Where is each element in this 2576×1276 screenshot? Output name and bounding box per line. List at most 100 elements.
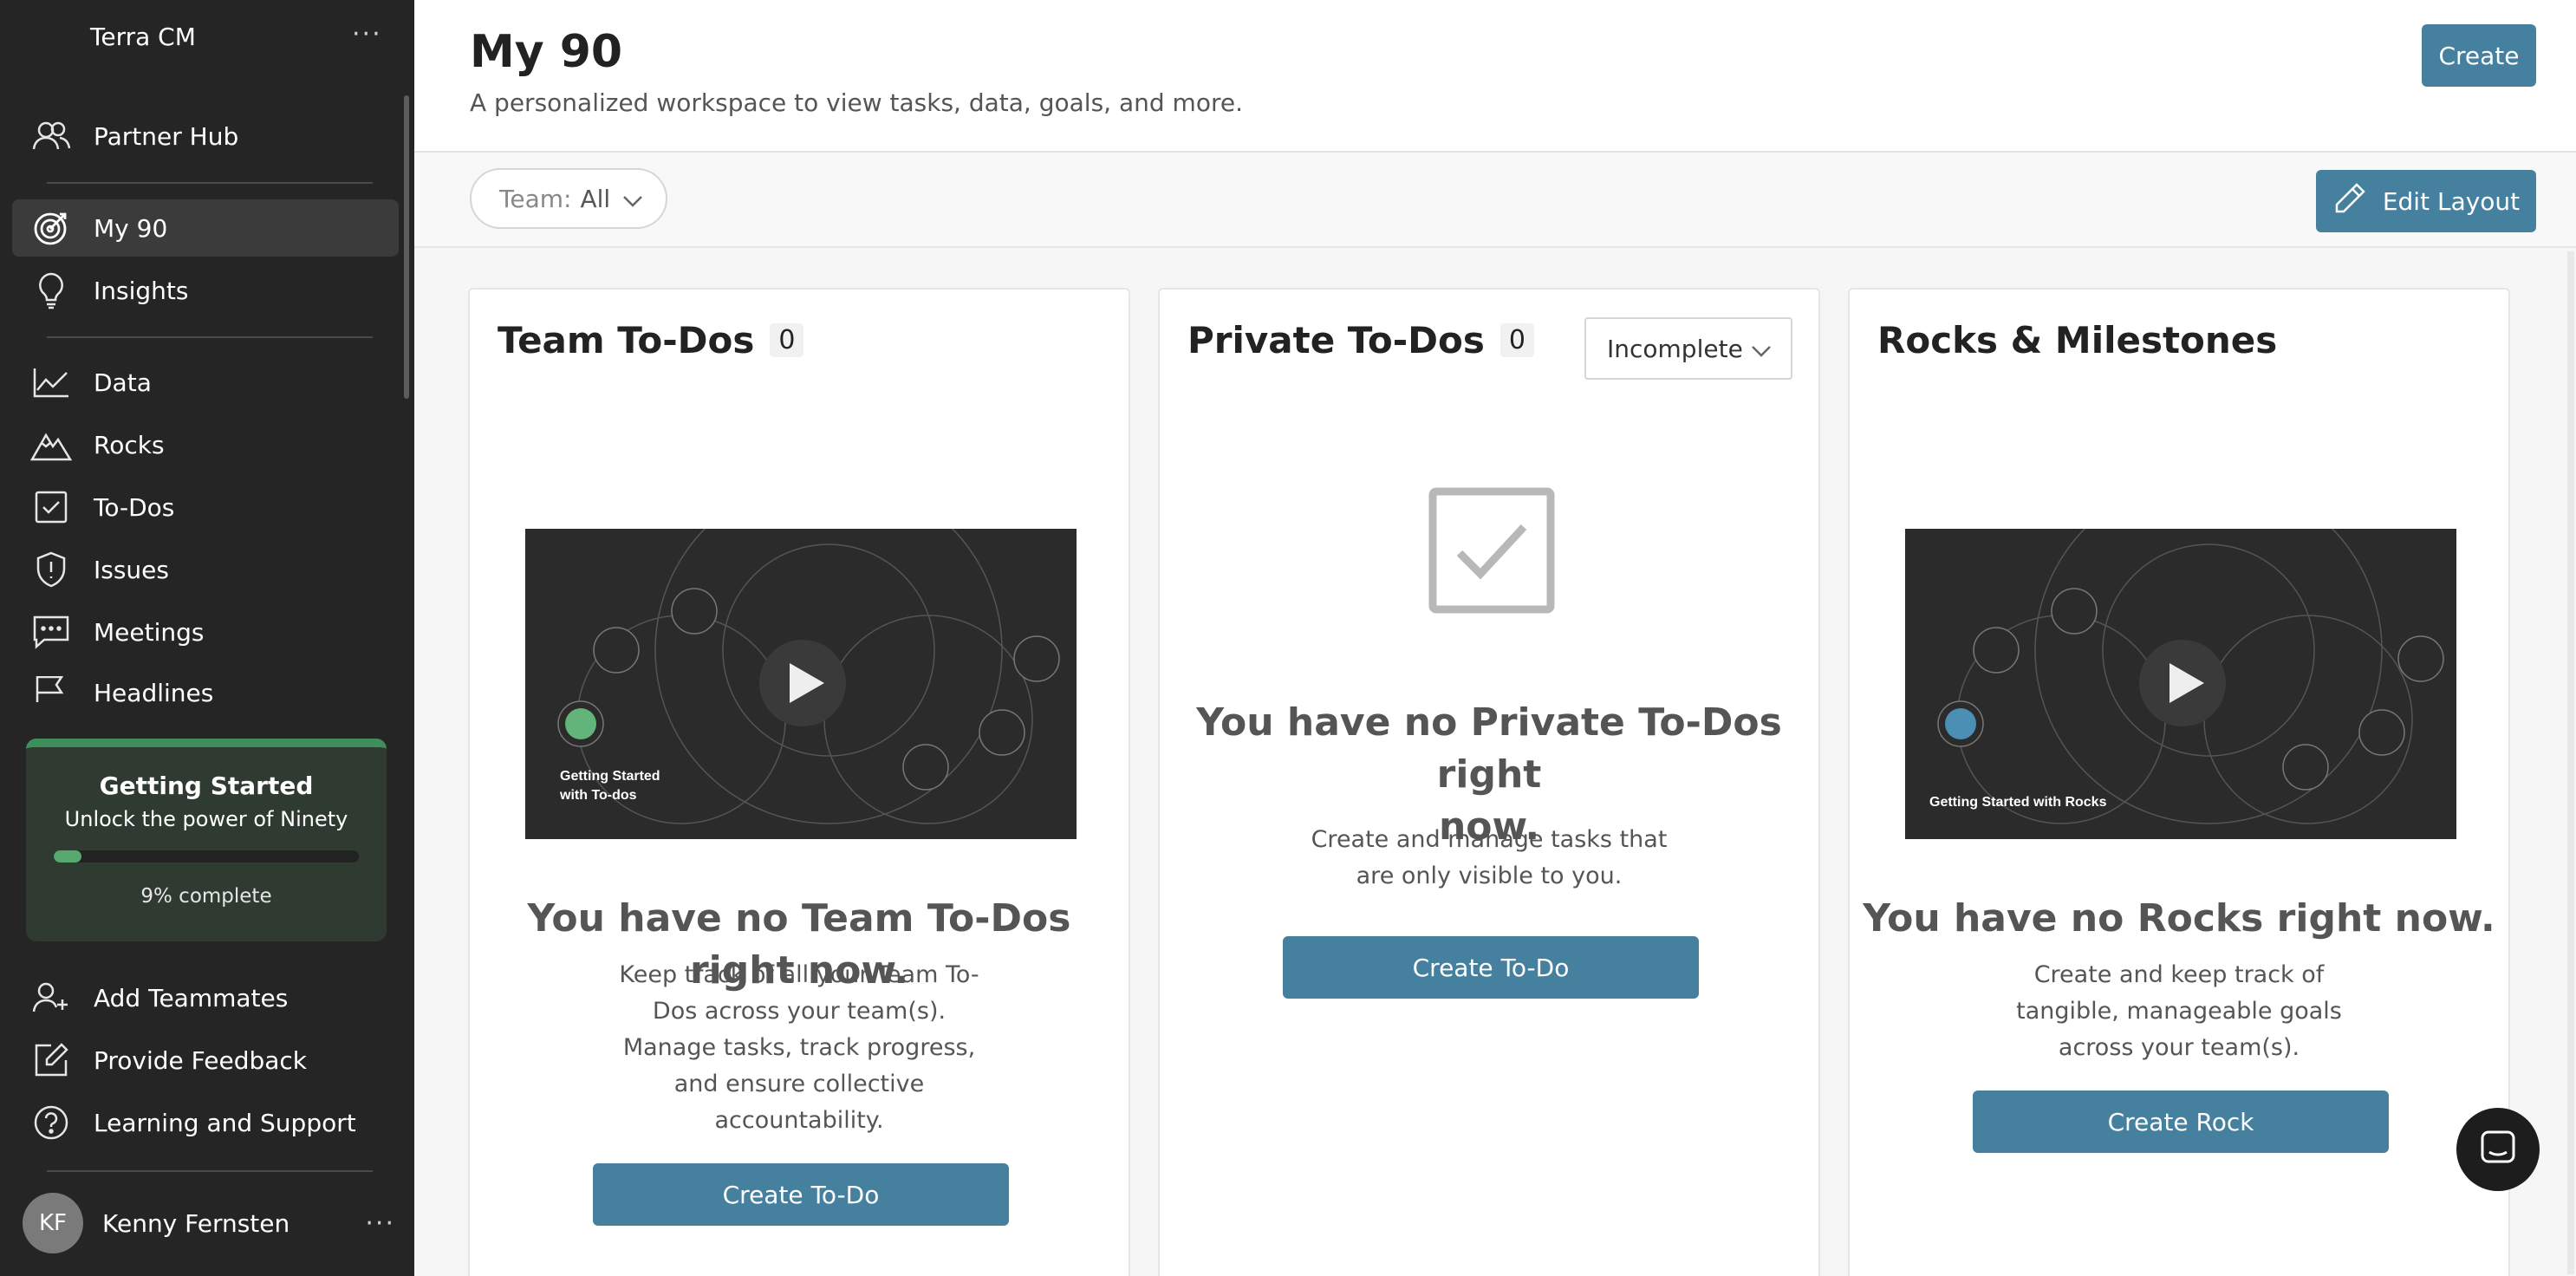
create-todo-button[interactable]: Create To-Do (1283, 936, 1699, 999)
empty-title-line: You have no Private To-Dos right (1196, 700, 1782, 797)
count-badge: 0 (1499, 323, 1534, 357)
workspace-more-button[interactable]: ··· (352, 19, 382, 49)
team-filter-dropdown[interactable]: Team: All (470, 168, 667, 229)
sidebar-item-label: Add Teammates (94, 983, 289, 1012)
count-badge: 0 (770, 323, 804, 357)
empty-state-title: You have no Rocks right now. (1863, 896, 2495, 941)
sidebar-item-meetings[interactable]: Meetings (12, 603, 399, 661)
avatar[interactable]: KF (23, 1193, 83, 1253)
shield-alert-icon (29, 548, 73, 591)
card-title: Team To-Dos 0 (498, 319, 804, 361)
create-todo-button[interactable]: Create To-Do (593, 1163, 1009, 1226)
getting-started-subtitle: Unlock the power of Ninety (64, 807, 348, 831)
team-todos-card: Team To-Dos 0 Getting Started with To-do… (468, 288, 1130, 1276)
sidebar-item-label: My 90 (94, 213, 168, 243)
mountain-icon (29, 423, 73, 466)
sidebar-item-label: Provide Feedback (94, 1045, 308, 1075)
empty-state-text: Create and manage tasks that are only vi… (1160, 822, 1818, 895)
video-art: Getting Started with To-dos (525, 529, 1077, 839)
chat-icon (29, 610, 73, 654)
empty-state-text: Create and keep track of tangible, manag… (1850, 957, 2508, 1066)
sidebar-item-learning-support[interactable]: Learning and Support (12, 1094, 399, 1151)
status-filter-dropdown[interactable]: Incomplete (1584, 317, 1792, 380)
private-todos-title: Private To-Dos (1187, 319, 1485, 361)
empty-line: accountability. (714, 1107, 884, 1134)
empty-line: Manage tasks, track progress, (622, 1034, 976, 1061)
edit-layout-button[interactable]: Edit Layout (2316, 170, 2536, 232)
video-thumbnail[interactable]: Getting Started with To-dos (525, 529, 1077, 839)
sidebar-item-data[interactable]: Data (12, 354, 399, 411)
partner-hub-icon (29, 114, 73, 158)
team-filter-value: All (580, 184, 611, 213)
workspace-name[interactable]: Terra CM (90, 23, 196, 51)
getting-started-percent: 9% complete (140, 885, 272, 908)
chevron-down-icon (1751, 335, 1772, 363)
sidebar-item-label: To-Dos (94, 492, 175, 522)
sidebar-item-label: Issues (94, 555, 169, 584)
user-menu[interactable]: KF Kenny Fernsten ··· (23, 1193, 395, 1253)
private-todos-card: Private To-Dos 0 Incomplete You have no … (1158, 288, 1820, 1276)
svg-text:Getting Started: Getting Started (560, 769, 660, 784)
page-title: My 90 (470, 26, 623, 78)
sidebar-item-todos[interactable]: To-Dos (12, 478, 399, 536)
sidebar-item-headlines[interactable]: Headlines (12, 676, 399, 702)
sidebar-item-partner-hub[interactable]: Partner Hub (12, 107, 399, 165)
getting-started-card[interactable]: Getting Started Unlock the power of Nine… (26, 739, 387, 941)
edit-square-icon (29, 1038, 73, 1082)
sidebar-item-label: Meetings (94, 617, 205, 647)
create-button[interactable]: Create (2422, 24, 2536, 87)
page-subtitle: A personalized workspace to view tasks, … (470, 88, 1243, 117)
toolbar: Team: All Edit Layout (414, 153, 2576, 248)
empty-line: Keep track of all your Team To- (619, 961, 979, 988)
empty-line: Create and manage tasks that (1311, 826, 1668, 853)
sidebar-item-label: Partner Hub (94, 121, 239, 151)
svg-text:with To-dos: with To-dos (559, 788, 637, 803)
user-more-button[interactable]: ··· (365, 1208, 395, 1239)
progress-fill (54, 850, 81, 863)
empty-state-text: Keep track of all your Team To- Dos acro… (470, 957, 1129, 1139)
sidebar-item-my-90[interactable]: My 90 (12, 199, 399, 257)
team-filter-label: Team: (499, 184, 572, 213)
empty-line: Dos across your team(s). (652, 998, 946, 1025)
divider (47, 182, 373, 184)
edit-layout-label: Edit Layout (2382, 186, 2521, 216)
checkbox-icon (29, 485, 73, 529)
help-circle-icon (29, 1101, 73, 1144)
sidebar-item-label: Learning and Support (94, 1108, 356, 1137)
sidebar-item-add-teammates[interactable]: Add Teammates (12, 969, 399, 1026)
checkbox-icon (1428, 487, 1555, 617)
status-filter-value: Incomplete (1607, 334, 1743, 363)
create-rock-button[interactable]: Create Rock (1973, 1090, 2389, 1153)
chat-launcher-button[interactable] (2456, 1108, 2540, 1191)
rocks-title: Rocks & Milestones (1877, 319, 2278, 361)
team-todos-title: Team To-Dos (498, 319, 755, 361)
sidebar-item-insights[interactable]: Insights (12, 262, 399, 319)
nav-overflow-clip: Headlines (0, 676, 414, 702)
pencil-icon (2332, 181, 2367, 222)
page-header: My 90 A personalized workspace to view t… (414, 0, 2576, 153)
svg-text:Getting Started with Rocks: Getting Started with Rocks (1929, 795, 2107, 810)
divider (47, 1170, 373, 1172)
empty-line: across your team(s). (2058, 1034, 2300, 1061)
sidebar-scrollbar[interactable] (404, 95, 409, 399)
video-thumbnail[interactable]: Getting Started with Rocks (1905, 529, 2456, 839)
empty-line: Create and keep track of (2033, 961, 2325, 988)
sidebar-item-issues[interactable]: Issues (12, 541, 399, 598)
add-user-icon (29, 976, 73, 1019)
lightbulb-icon (29, 269, 73, 312)
getting-started-title: Getting Started (99, 771, 314, 800)
line-chart-icon (29, 361, 73, 404)
sidebar-item-provide-feedback[interactable]: Provide Feedback (12, 1032, 399, 1089)
card-title: Rocks & Milestones (1877, 319, 2277, 361)
target-icon (29, 206, 73, 250)
content-scrollbar[interactable] (2567, 251, 2574, 1274)
sidebar: Terra CM ··· Partner Hub My 90 Insights … (0, 0, 414, 1276)
chevron-down-icon (622, 185, 643, 213)
divider (47, 336, 373, 338)
rocks-milestones-card: Rocks & Milestones Getting Started with … (1848, 288, 2510, 1276)
video-art: Getting Started with Rocks (1905, 529, 2456, 839)
empty-line: and ensure collective (673, 1071, 925, 1097)
getting-started-progress-bar (54, 850, 359, 863)
sidebar-item-label: Rocks (94, 430, 165, 459)
sidebar-item-rocks[interactable]: Rocks (12, 416, 399, 473)
